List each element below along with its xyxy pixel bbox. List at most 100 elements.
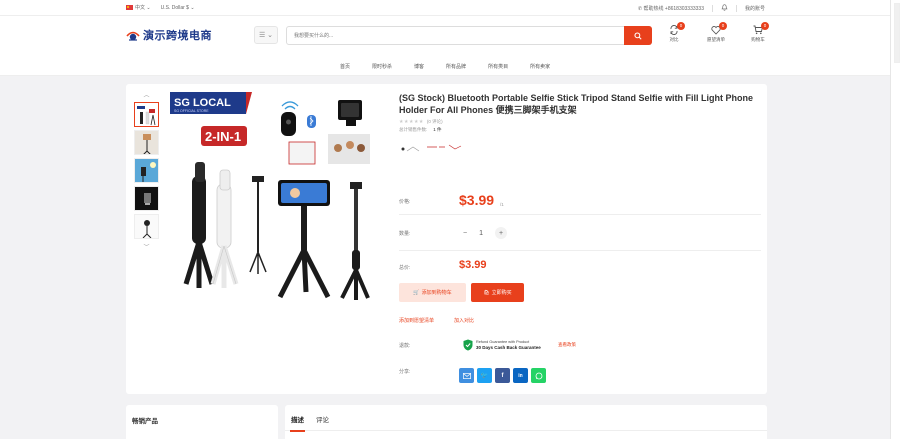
- twitter-icon: 🐦: [480, 373, 489, 379]
- search-bar: [286, 26, 652, 45]
- product-detail-tabs: 描述 评论: [285, 405, 767, 439]
- review-count[interactable]: (0 评论): [427, 119, 443, 125]
- bestseller-title: 畅销产品: [132, 418, 158, 425]
- compare-label: 对比: [669, 37, 679, 42]
- email-share-button[interactable]: [459, 368, 474, 383]
- cart-count-badge: 0: [761, 22, 769, 30]
- quantity-row: 数量: − 1 +: [399, 216, 761, 251]
- divider: [711, 5, 713, 12]
- wishlist-button[interactable]: 0 愿望清单: [702, 22, 730, 43]
- quantity-stepper: − 1 +: [463, 227, 507, 239]
- chevron-down-icon: ﹀: [143, 245, 150, 251]
- nav-item-brands[interactable]: 所有品牌: [446, 63, 466, 70]
- sold-value: 1 件: [433, 127, 442, 132]
- nav-item-flash-sale[interactable]: 限时秒杀: [372, 63, 392, 70]
- qty-value[interactable]: 1: [479, 230, 483, 237]
- search-input[interactable]: [287, 27, 617, 44]
- thumbnail-4[interactable]: [134, 186, 159, 211]
- guarantee-badge: Refund Guarantee with Product 30 Days Ca…: [463, 339, 541, 351]
- nav-item-sellers[interactable]: 所有卖家: [530, 63, 550, 70]
- currency-selector[interactable]: U.S. Dollar $ ⌄: [161, 5, 195, 11]
- bag-icon: 🛍: [483, 289, 490, 296]
- compare-count-badge: 0: [677, 22, 685, 30]
- guarantee-label: 退款:: [399, 343, 411, 349]
- search-button[interactable]: [624, 26, 652, 45]
- share-label: 分享:: [399, 369, 411, 375]
- nav-item-categories[interactable]: 所有类目: [488, 63, 508, 70]
- sold-label: 总计销售件数:: [399, 127, 428, 132]
- site-logo[interactable]: 演示跨境电商: [126, 27, 212, 43]
- image-tag-text: 2-IN-1: [205, 129, 241, 144]
- page: 中文 ⌄ U.S. Dollar $ ⌄ ✆ 帮助热线 +86183033333…: [0, 0, 890, 439]
- secondary-actions: 添加到愿望清单 加入对比: [399, 317, 474, 324]
- price-label: 价格:: [399, 199, 411, 205]
- qty-decrease-button[interactable]: −: [463, 230, 467, 237]
- help-phone: ✆ 帮助热线 +8618303333333: [637, 6, 704, 12]
- search-icon: [634, 31, 642, 40]
- logo-icon: [126, 28, 140, 42]
- share-buttons: 🐦 f in: [459, 368, 546, 383]
- facebook-share-button[interactable]: f: [495, 368, 510, 383]
- total-row: 总价: $3.99: [399, 252, 761, 280]
- image-brand-text: SG LOCAL: [174, 97, 231, 109]
- wishlist-count-badge: 0: [719, 22, 727, 30]
- guarantee-line2: 30 Days Cash Back Guarantee: [476, 344, 541, 350]
- menu-icon: ☰ ⌄: [258, 32, 274, 39]
- add-to-cart-button[interactable]: 🛒 添加到购物车: [399, 283, 466, 302]
- notification-bell-icon[interactable]: [721, 4, 728, 13]
- compare-button[interactable]: 0 对比: [660, 22, 688, 43]
- product-info: (SG Stock) Bluetooth Portable Selfie Sti…: [399, 92, 761, 383]
- total-price: $3.99: [459, 259, 487, 271]
- main-nav: 首页 限时秒杀 博客 所有品牌 所有类目 所有卖家: [0, 56, 890, 76]
- thumbnail-1[interactable]: [134, 102, 159, 127]
- star-rating: ★★★★★: [399, 119, 424, 125]
- nav-item-home[interactable]: 首页: [340, 63, 350, 70]
- divider: [735, 5, 737, 12]
- thumbnail-5[interactable]: [134, 214, 159, 239]
- main-product-image[interactable]: SG LOCAL SG OFFICIAL STORE 2-IN-1: [170, 92, 402, 324]
- buy-now-button[interactable]: 🛍 立即购买: [471, 283, 524, 302]
- qty-increase-button[interactable]: +: [495, 227, 507, 239]
- top-bar: 中文 ⌄ U.S. Dollar $ ⌄ ✆ 帮助热线 +86183033333…: [0, 0, 890, 16]
- page-scrollbar[interactable]: [890, 0, 900, 439]
- whatsapp-icon: [535, 372, 542, 379]
- twitter-share-button[interactable]: 🐦: [477, 368, 492, 383]
- quantity-label: 数量:: [399, 231, 411, 237]
- tab-description[interactable]: 描述: [285, 405, 310, 432]
- cart-button[interactable]: 0 购物车: [744, 22, 772, 43]
- whatsapp-share-button[interactable]: [531, 368, 546, 383]
- thumb-up-button[interactable]: ︿: [133, 90, 160, 99]
- china-flag-icon: [126, 5, 133, 11]
- cart-label: 购物车: [751, 37, 765, 42]
- shield-check-icon: [463, 339, 473, 351]
- variant-options: [399, 137, 761, 159]
- image-sub-text: SG OFFICIAL STORE: [174, 109, 209, 113]
- thumbnail-3[interactable]: [134, 158, 159, 183]
- category-menu-button[interactable]: ☰ ⌄: [254, 26, 278, 44]
- add-to-wishlist-link[interactable]: 添加到愿望清单: [399, 317, 434, 324]
- total-label: 总价:: [399, 265, 411, 271]
- add-to-compare-link[interactable]: 加入对比: [454, 317, 474, 324]
- thumbnail-gallery: ︿ ﹀: [133, 90, 160, 251]
- language-selector[interactable]: 中文 ⌄: [126, 4, 151, 11]
- wishlist-label: 愿望清单: [707, 37, 725, 42]
- nav-item-blog[interactable]: 博客: [414, 63, 424, 70]
- product-card: ︿ ﹀ SG LOCAL SG OFFICIAL STORE 2-IN-1 (S…: [126, 84, 767, 394]
- linkedin-share-button[interactable]: in: [513, 368, 528, 383]
- rating-row: ★★★★★ (0 评论): [399, 119, 761, 125]
- bestseller-panel: 畅销产品: [126, 405, 278, 439]
- view-policy-link[interactable]: 查看政策: [558, 342, 576, 348]
- tab-reviews[interactable]: 评论: [310, 405, 335, 431]
- sold-row: 总计销售件数: 1 件: [399, 127, 761, 133]
- chevron-up-icon: ︿: [143, 93, 150, 99]
- thumbnail-2[interactable]: [134, 130, 159, 155]
- facebook-icon: f: [501, 372, 504, 379]
- thumb-down-button[interactable]: ﹀: [133, 242, 160, 251]
- my-account-link[interactable]: 我的账号: [745, 5, 765, 12]
- product-title: (SG Stock) Bluetooth Portable Selfie Sti…: [399, 93, 754, 115]
- price-unit: /1: [500, 202, 504, 207]
- price-row: 价格: $3.99 /1: [399, 188, 761, 215]
- cart-icon: 🛒: [413, 289, 420, 296]
- unit-price: $3.99: [459, 192, 495, 208]
- scrollbar-thumb[interactable]: [894, 3, 900, 63]
